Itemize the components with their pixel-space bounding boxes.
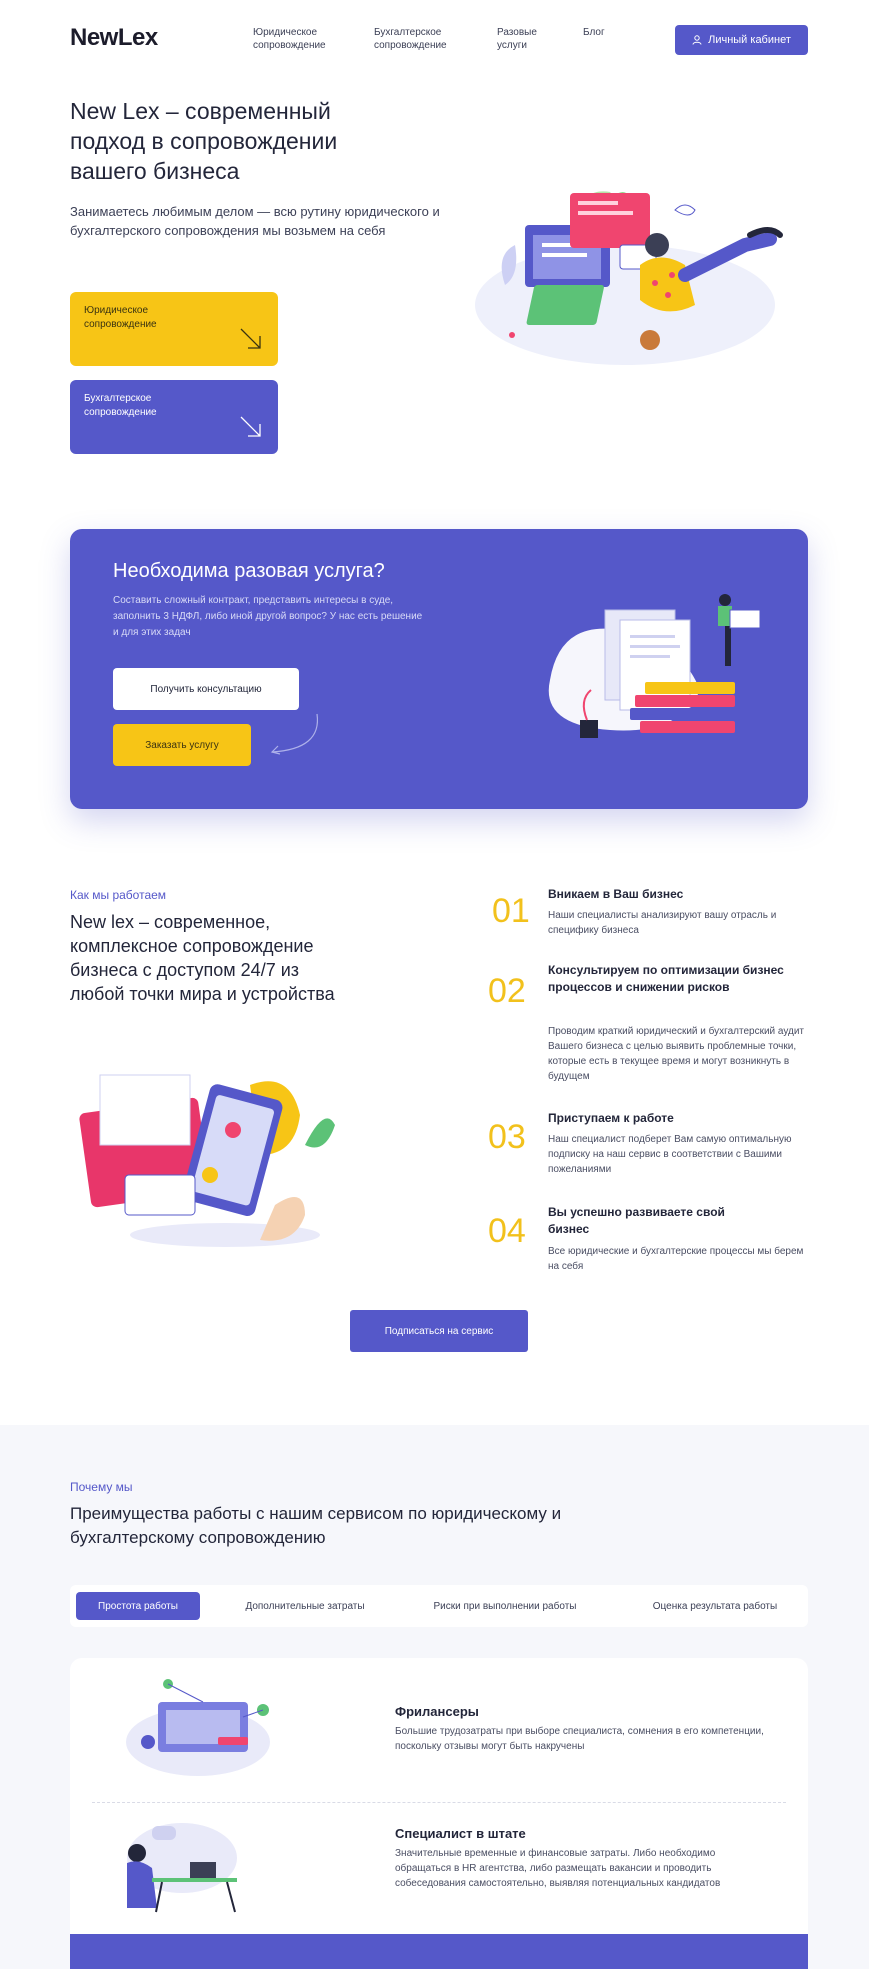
why-title: Преимущества работы с нашим сервисом по … <box>70 1504 562 1547</box>
tab-extra-costs[interactable]: Дополнительные затраты <box>230 1592 380 1620</box>
nav-accounting[interactable]: Бухгалтерское сопровождение <box>374 26 464 52</box>
tab-result-evaluation[interactable]: Оценка результата работы <box>635 1592 795 1620</box>
step-title: Вы успешно развиваете свой бизнес <box>548 1205 725 1236</box>
step-number: 04 <box>488 1212 526 1250</box>
staff-illustration <box>127 1823 237 1913</box>
step-text: Все юридические и бухгалтерские процессы… <box>548 1246 804 1272</box>
service-title: Необходима разовая услуга? <box>113 560 385 582</box>
nav-legal[interactable]: Юридическое сопровождение <box>253 26 343 52</box>
advantage-title: Специалист в штате <box>395 1826 526 1841</box>
step-text: Наши специалисты анализируют вашу отрасл… <box>548 910 777 936</box>
advantage-text: Большие трудозатраты при выборе специали… <box>395 1726 764 1752</box>
legal-support-label: Юридическое сопровождение <box>84 305 157 330</box>
advantage-title: Фрилансеры <box>395 1704 479 1719</box>
cabinet-button[interactable]: Личный кабинет <box>675 25 808 55</box>
advantage-text: Значительные временные и финансовые затр… <box>395 1848 721 1889</box>
user-icon <box>692 35 702 45</box>
why-tag: Почему мы <box>70 1480 133 1494</box>
step-number: 03 <box>488 1118 526 1156</box>
arrow-down-right-icon <box>238 326 264 356</box>
step-title: Приступаем к работе <box>548 1111 674 1125</box>
arrow-down-right-icon <box>238 414 264 444</box>
how-title: New lex – современное, комплексное сопро… <box>70 912 335 1004</box>
step-number: 02 <box>488 972 526 1010</box>
tab-risks[interactable]: Риски при выполнении работы <box>420 1592 590 1620</box>
accounting-support-card[interactable]: Бухгалтерское сопровождение <box>70 380 278 454</box>
nav-one-time[interactable]: Разовые услуги <box>497 26 547 52</box>
nav-blog[interactable]: Блог <box>583 26 605 39</box>
hero-subtitle: Занимаетесь любимым делом — всю рутину ю… <box>70 204 440 238</box>
logo[interactable]: NewLex <box>70 24 158 52</box>
divider <box>92 1802 786 1803</box>
accounting-support-label: Бухгалтерское сопровождение <box>84 393 157 418</box>
next-section-band <box>70 1934 808 1969</box>
cabinet-label: Личный кабинет <box>708 34 791 46</box>
advantages-tabs: Простота работы Дополнительные затраты Р… <box>70 1585 808 1627</box>
service-subtitle: Составить сложный контракт, представить … <box>113 595 423 638</box>
how-tag: Как мы работаем <box>70 888 167 902</box>
hero-illustration <box>475 191 783 365</box>
step-text: Наш специалист подберет Вам самую оптима… <box>548 1134 792 1175</box>
step-title: Консультируем по оптимизации бизнес проц… <box>548 963 784 994</box>
service-illustration <box>548 594 761 738</box>
consult-button[interactable]: Получить консультацию <box>113 668 299 710</box>
subscribe-button[interactable]: Подписаться на сервис <box>350 1310 528 1352</box>
step-text: Проводим краткий юридический и бухгалтер… <box>548 1026 805 1082</box>
legal-support-card[interactable]: Юридическое сопровождение <box>70 292 278 366</box>
step-title: Вникаем в Ваш бизнес <box>548 887 684 901</box>
how-illustration <box>79 1074 335 1247</box>
freelancer-illustration <box>126 1679 270 1776</box>
curved-arrow-icon <box>270 713 319 755</box>
order-service-button[interactable]: Заказать услугу <box>113 724 251 766</box>
step-number: 01 <box>492 892 530 930</box>
tab-simplicity[interactable]: Простота работы <box>76 1592 200 1620</box>
hero-title: New Lex – современный подход в сопровожд… <box>70 98 338 184</box>
